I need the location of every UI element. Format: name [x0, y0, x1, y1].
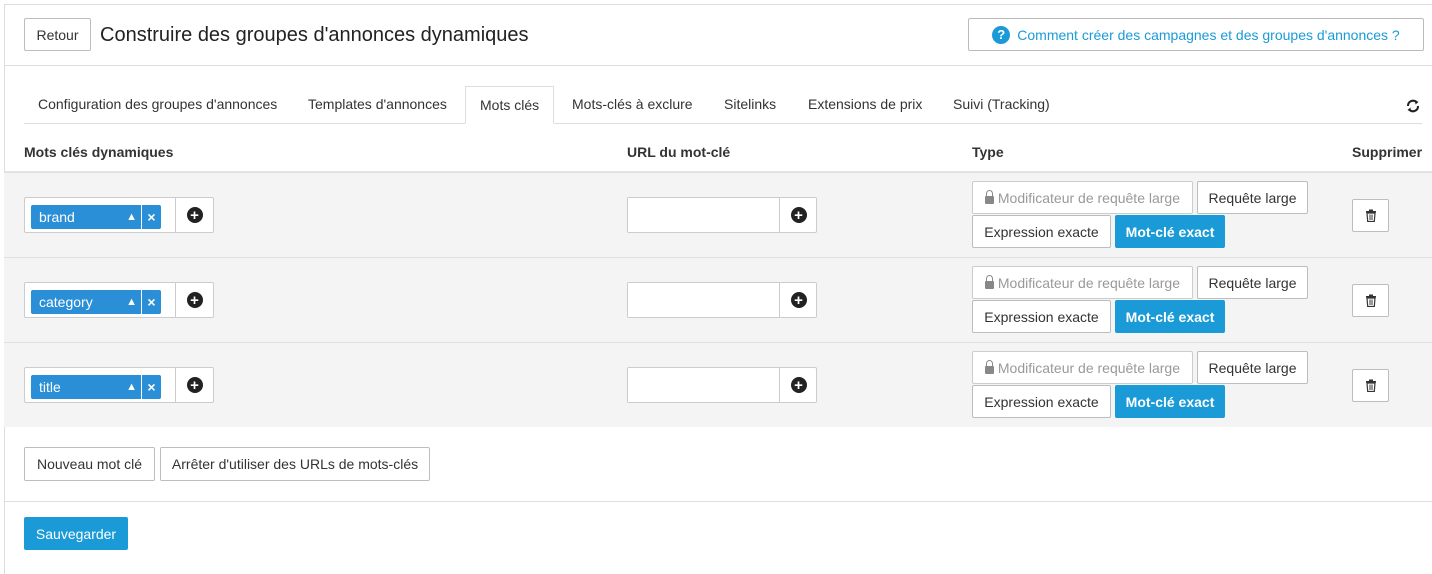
keyword-url-input[interactable] [628, 198, 779, 232]
keyword-tag-label: title [39, 379, 61, 395]
sort-icon[interactable]: ▲ [126, 290, 137, 314]
broad-modifier-label: Modificateur de requête large [997, 189, 1180, 206]
exact-match-button[interactable]: Mot-clé exact [1115, 300, 1225, 333]
add-keyword-button[interactable]: + [175, 368, 213, 402]
col-header-type: Type [972, 144, 1004, 160]
tab-suivi[interactable]: Suivi (Tracking) [939, 86, 1064, 124]
page-title: Construire des groupes d'annonces dynami… [100, 24, 529, 46]
plus-circle-icon: + [186, 207, 203, 223]
plus-circle-icon: + [186, 292, 203, 308]
keyword-tag[interactable]: brand ▲ [31, 205, 141, 229]
keyword-tag[interactable]: title ▲ [31, 375, 141, 399]
keyword-tag-label: category [39, 294, 93, 310]
plus-circle-icon: + [186, 377, 203, 393]
plus-circle-icon: + [790, 292, 807, 308]
trash-icon [1365, 294, 1376, 307]
delete-row-button[interactable] [1352, 284, 1389, 317]
remove-tag-icon[interactable]: × [142, 290, 161, 314]
broad-match-button[interactable]: Requête large [1197, 181, 1308, 214]
broad-modifier-button[interactable]: Modificateur de requête large [972, 181, 1193, 214]
sort-icon[interactable]: ▲ [126, 375, 137, 399]
trash-icon [1365, 379, 1376, 392]
col-header-url: URL du mot-clé [627, 144, 731, 160]
add-url-button[interactable]: + [779, 283, 817, 317]
table-row: title ▲ × + + Modificateur de requête la… [4, 342, 1432, 427]
tab-sitelinks[interactable]: Sitelinks [710, 86, 790, 124]
tab-bar: Configuration des groupes d'annonces Tem… [24, 86, 1422, 124]
keyword-url-input[interactable] [628, 368, 779, 402]
keyword-field: category ▲ × + [24, 282, 214, 318]
broad-modifier-button[interactable]: Modificateur de requête large [972, 266, 1193, 299]
keyword-field: brand ▲ × + [24, 197, 214, 233]
keyword-url-input[interactable] [628, 283, 779, 317]
phrase-match-button[interactable]: Expression exacte [972, 385, 1111, 418]
trash-icon [1365, 209, 1376, 222]
lock-icon [985, 189, 994, 204]
phrase-match-button[interactable]: Expression exacte [972, 300, 1111, 333]
tab-mots-cles[interactable]: Mots clés [465, 86, 555, 124]
keyword-tag[interactable]: category ▲ [31, 290, 141, 314]
broad-match-button[interactable]: Requête large [1197, 266, 1308, 299]
lock-icon [985, 359, 994, 374]
save-button[interactable]: Sauvegarder [24, 517, 128, 550]
sort-icon[interactable]: ▲ [126, 205, 137, 229]
keyword-tag-label: brand [39, 209, 75, 225]
add-url-button[interactable]: + [779, 198, 817, 232]
plus-circle-icon: + [790, 377, 807, 393]
add-keyword-button[interactable]: + [175, 198, 213, 232]
tab-configuration[interactable]: Configuration des groupes d'annonces [24, 86, 291, 124]
keyword-url-field: + [627, 197, 817, 233]
question-circle-icon: ? [992, 25, 1011, 44]
tab-mots-cles-exclure[interactable]: Mots-clés à exclure [558, 86, 707, 124]
col-header-delete: Supprimer [1352, 144, 1423, 160]
exact-match-button[interactable]: Mot-clé exact [1115, 385, 1225, 418]
lock-icon [985, 274, 994, 289]
broad-match-button[interactable]: Requête large [1197, 351, 1308, 384]
add-url-button[interactable]: + [779, 368, 817, 402]
table-row: brand ▲ × + + Modificateur de requête la… [4, 172, 1432, 257]
col-header-keywords: Mots clés dynamiques [24, 144, 174, 160]
broad-modifier-label: Modificateur de requête large [997, 359, 1180, 376]
phrase-match-button[interactable]: Expression exacte [972, 215, 1111, 248]
new-keyword-button[interactable]: Nouveau mot clé [24, 447, 155, 481]
help-link-button[interactable]: ? Comment créer des campagnes et des gro… [968, 18, 1424, 51]
remove-tag-icon[interactable]: × [142, 205, 161, 229]
exact-match-button[interactable]: Mot-clé exact [1115, 215, 1225, 248]
tab-extensions-prix[interactable]: Extensions de prix [794, 86, 936, 124]
tab-templates[interactable]: Templates d'annonces [294, 86, 461, 124]
footer-divider [4, 501, 1432, 502]
delete-row-button[interactable] [1352, 199, 1389, 232]
help-link-label: Comment créer des campagnes et des group… [1017, 26, 1400, 43]
add-keyword-button[interactable]: + [175, 283, 213, 317]
delete-row-button[interactable] [1352, 369, 1389, 402]
refresh-icon[interactable] [1404, 97, 1422, 115]
page-header: Retour Construire des groupes d'annonces… [4, 4, 1432, 66]
broad-modifier-button[interactable]: Modificateur de requête large [972, 351, 1193, 384]
plus-circle-icon: + [790, 207, 807, 223]
keyword-url-field: + [627, 367, 817, 403]
remove-tag-icon[interactable]: × [142, 375, 161, 399]
stop-keyword-urls-button[interactable]: Arrêter d'utiliser des URLs de mots-clés [160, 447, 430, 481]
keyword-field: title ▲ × + [24, 367, 214, 403]
keyword-url-field: + [627, 282, 817, 318]
back-button[interactable]: Retour [24, 18, 91, 51]
broad-modifier-label: Modificateur de requête large [997, 274, 1180, 291]
table-row: category ▲ × + + Modificateur de requête… [4, 257, 1432, 342]
